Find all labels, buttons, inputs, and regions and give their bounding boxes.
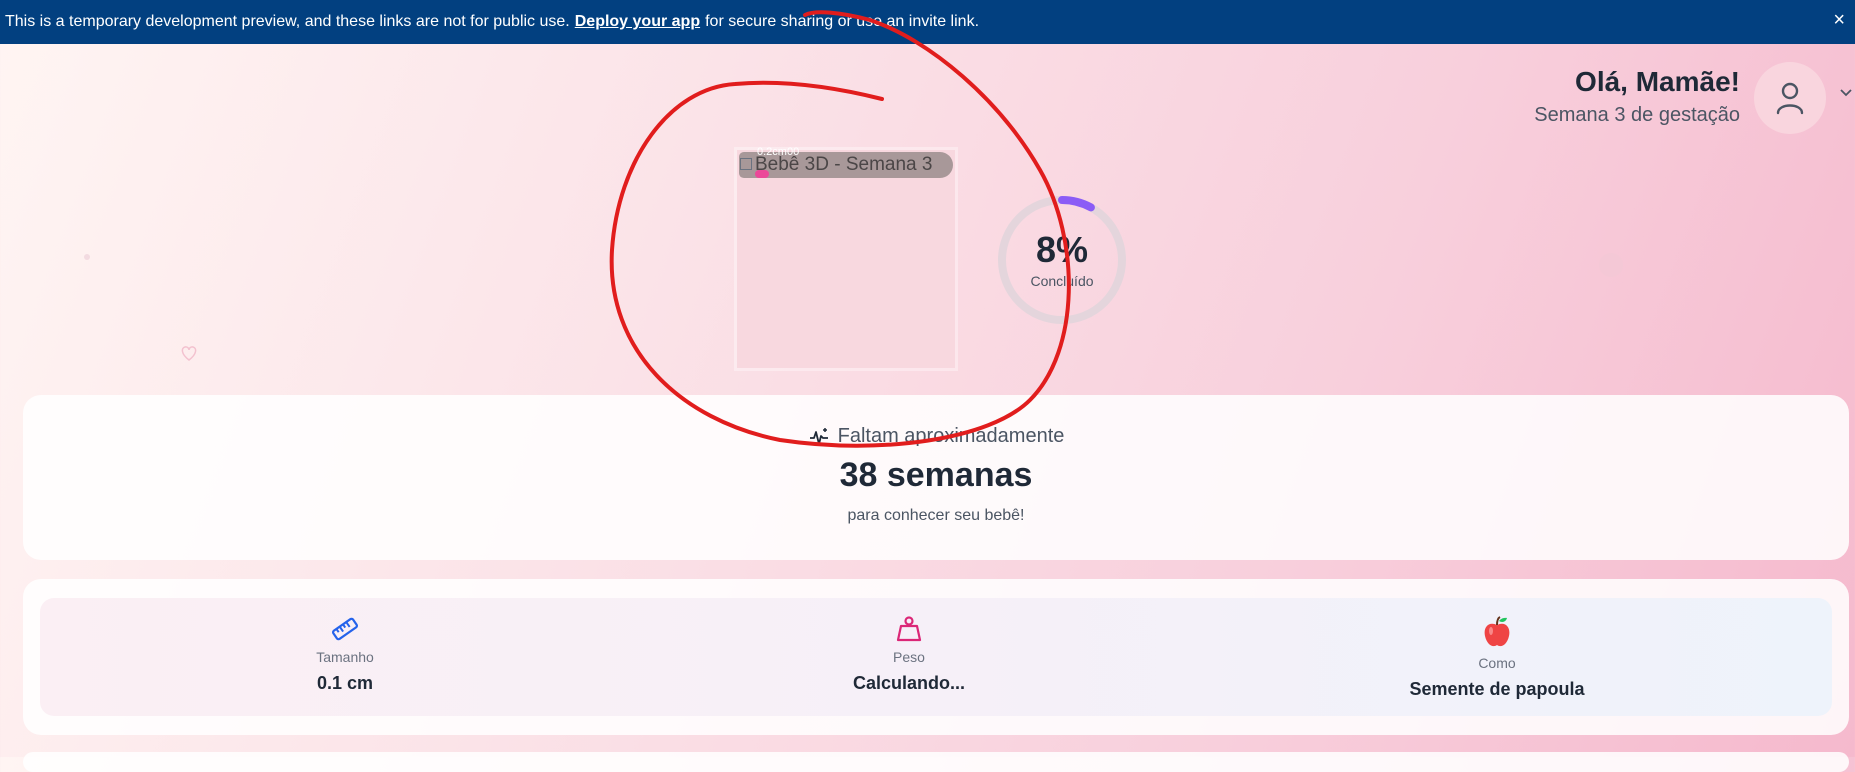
greeting-block: Olá, Mamãe! Semana 3 de gestação bbox=[1534, 66, 1740, 127]
stats-row: Tamanho 0.1 cm Peso Calculando... Como S… bbox=[40, 598, 1832, 716]
progress-percent: 8% bbox=[1035, 229, 1089, 270]
stat-value: Calculando... bbox=[852, 673, 966, 693]
stat-value: 0.1 cm bbox=[316, 673, 374, 693]
countdown-intro: Faltam aproximadamente bbox=[837, 425, 1065, 447]
weeks-remaining: 38 semanas bbox=[839, 456, 1033, 494]
broken-image-icon bbox=[740, 158, 752, 170]
sparkles-icon bbox=[809, 427, 828, 445]
stat-weight: Peso Calculando... bbox=[809, 598, 1009, 716]
banner-text-after: for secure sharing or use an invite link… bbox=[705, 13, 980, 30]
stat-size: Tamanho 0.1 cm bbox=[245, 598, 445, 716]
pregnancy-week: Semana 3 de gestação bbox=[1534, 104, 1740, 126]
progress-caption: Concluído bbox=[1030, 273, 1094, 289]
weight-icon bbox=[896, 616, 922, 642]
next-card-edge bbox=[23, 752, 1849, 772]
stat-label: Peso bbox=[893, 649, 925, 665]
banner-text: This is a temporary development preview,… bbox=[5, 13, 570, 30]
countdown-card: Faltam aproximadamente 38 semanas para c… bbox=[23, 395, 1849, 560]
baby-3d-viewer[interactable] bbox=[737, 150, 955, 368]
baby-size-label: 0.2cm00 bbox=[757, 146, 800, 158]
heart-decoration bbox=[181, 346, 197, 361]
user-avatar-button[interactable] bbox=[1754, 62, 1826, 134]
user-icon bbox=[1776, 82, 1804, 115]
chevron-down-icon[interactable] bbox=[1840, 88, 1852, 98]
stat-label: Tamanho bbox=[316, 649, 374, 665]
baby-stats-card: Tamanho 0.1 cm Peso Calculando... Como S… bbox=[23, 579, 1849, 735]
ruler-icon bbox=[331, 617, 359, 641]
baby-marker bbox=[755, 170, 769, 178]
greeting-title: Olá, Mamãe! bbox=[1575, 66, 1740, 97]
stat-value: Semente de papoula bbox=[1409, 679, 1585, 699]
apple-icon bbox=[1484, 616, 1510, 647]
deploy-app-link[interactable]: Deploy your app bbox=[575, 13, 700, 31]
countdown-outro: para conhecer seu bebê! bbox=[847, 507, 1025, 524]
stat-label: Como bbox=[1478, 655, 1516, 671]
stat-comparison: Como Semente de papoula bbox=[1372, 598, 1622, 716]
progress-ring: 8% Concluído bbox=[995, 193, 1129, 327]
close-icon[interactable]: × bbox=[1833, 9, 1845, 32]
bubble-decoration bbox=[1599, 253, 1623, 277]
sparkle-decoration bbox=[84, 254, 90, 260]
dev-preview-banner: This is a temporary development preview,… bbox=[0, 0, 1855, 44]
